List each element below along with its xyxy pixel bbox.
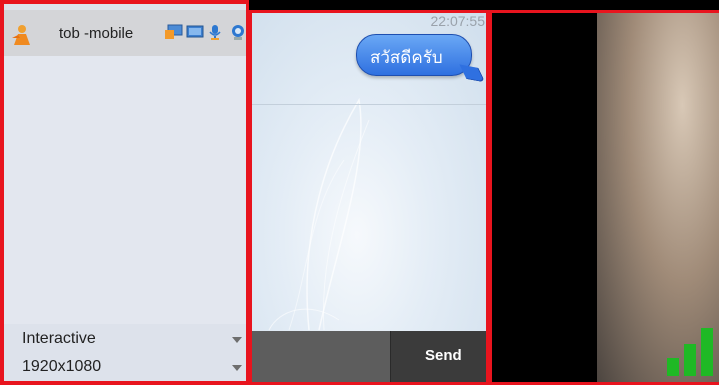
signal-bar <box>701 328 713 376</box>
resolution-select[interactable]: 1920x1080 <box>4 354 247 381</box>
message-input[interactable] <box>252 331 390 382</box>
message-bubble: สวัสดีครับ <box>356 34 472 76</box>
signal-bar <box>684 344 696 376</box>
contact-name: tob -mobile <box>59 25 134 42</box>
resolution-value: 1920x1080 <box>22 358 102 375</box>
webcam-icon[interactable] <box>229 24 247 40</box>
message-composer: Send <box>252 331 487 382</box>
microphone-icon[interactable] <box>206 24 224 40</box>
video-panel <box>489 10 719 385</box>
person-icon <box>12 25 30 45</box>
message-timestamp: 22:07:55 <box>430 13 486 29</box>
monitor-icon[interactable] <box>186 24 204 40</box>
signal-strength-icon <box>667 328 713 376</box>
message-text: สวัสดีครับ <box>370 48 443 67</box>
send-button-label: Send <box>425 347 462 364</box>
chevron-down-icon <box>232 365 242 371</box>
screen-share-icon[interactable] <box>165 24 183 40</box>
signal-bar <box>667 358 679 376</box>
chat-panel: 22:07:55 สวัสดีครับ Send <box>249 10 489 385</box>
divider <box>252 104 486 105</box>
send-button[interactable]: Send <box>390 331 487 382</box>
mode-select[interactable]: Interactive <box>4 326 247 353</box>
chevron-down-icon <box>232 337 242 343</box>
mode-value: Interactive <box>22 330 96 347</box>
contact-body <box>4 56 247 324</box>
contact-panel: tob -mobile Interactive 1920x1080 <box>0 0 249 385</box>
